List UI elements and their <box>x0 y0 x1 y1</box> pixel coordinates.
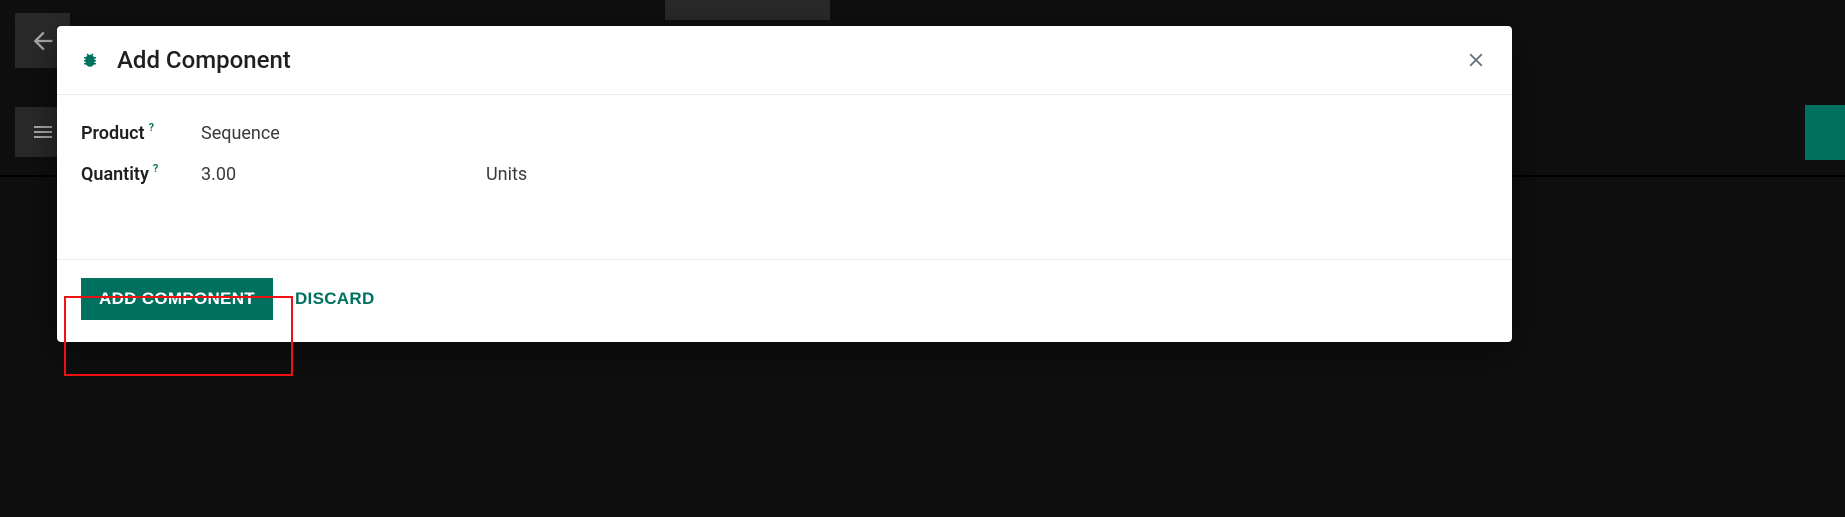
product-label-text: Product <box>81 123 145 144</box>
close-icon <box>1466 50 1486 70</box>
background-tab <box>665 0 830 20</box>
bug-icon[interactable] <box>81 51 99 69</box>
add-component-modal: Add Component Product ? Sequence Quantit… <box>57 26 1512 342</box>
discard-button[interactable]: Discard <box>295 289 375 309</box>
quantity-label-text: Quantity <box>81 164 149 185</box>
product-value[interactable]: Sequence <box>201 123 486 144</box>
quantity-unit[interactable]: Units <box>486 164 527 185</box>
modal-header: Add Component <box>57 26 1512 95</box>
product-row: Product ? Sequence <box>81 123 1488 144</box>
modal-title: Add Component <box>117 46 291 74</box>
arrow-left-icon <box>29 27 57 55</box>
quantity-help-icon[interactable]: ? <box>153 162 158 175</box>
modal-footer: Add Component Discard <box>57 259 1512 342</box>
quantity-value[interactable]: 3.00 <box>201 164 486 185</box>
modal-body: Product ? Sequence Quantity ? 3.00 Units <box>57 95 1512 259</box>
quantity-row: Quantity ? 3.00 Units <box>81 164 1488 185</box>
background-teal-block <box>1805 105 1845 160</box>
product-label: Product ? <box>81 123 201 144</box>
add-component-button[interactable]: Add Component <box>81 278 273 320</box>
hamburger-icon <box>31 120 55 144</box>
quantity-label: Quantity ? <box>81 164 201 185</box>
close-button[interactable] <box>1460 44 1492 76</box>
product-help-icon[interactable]: ? <box>149 121 154 134</box>
